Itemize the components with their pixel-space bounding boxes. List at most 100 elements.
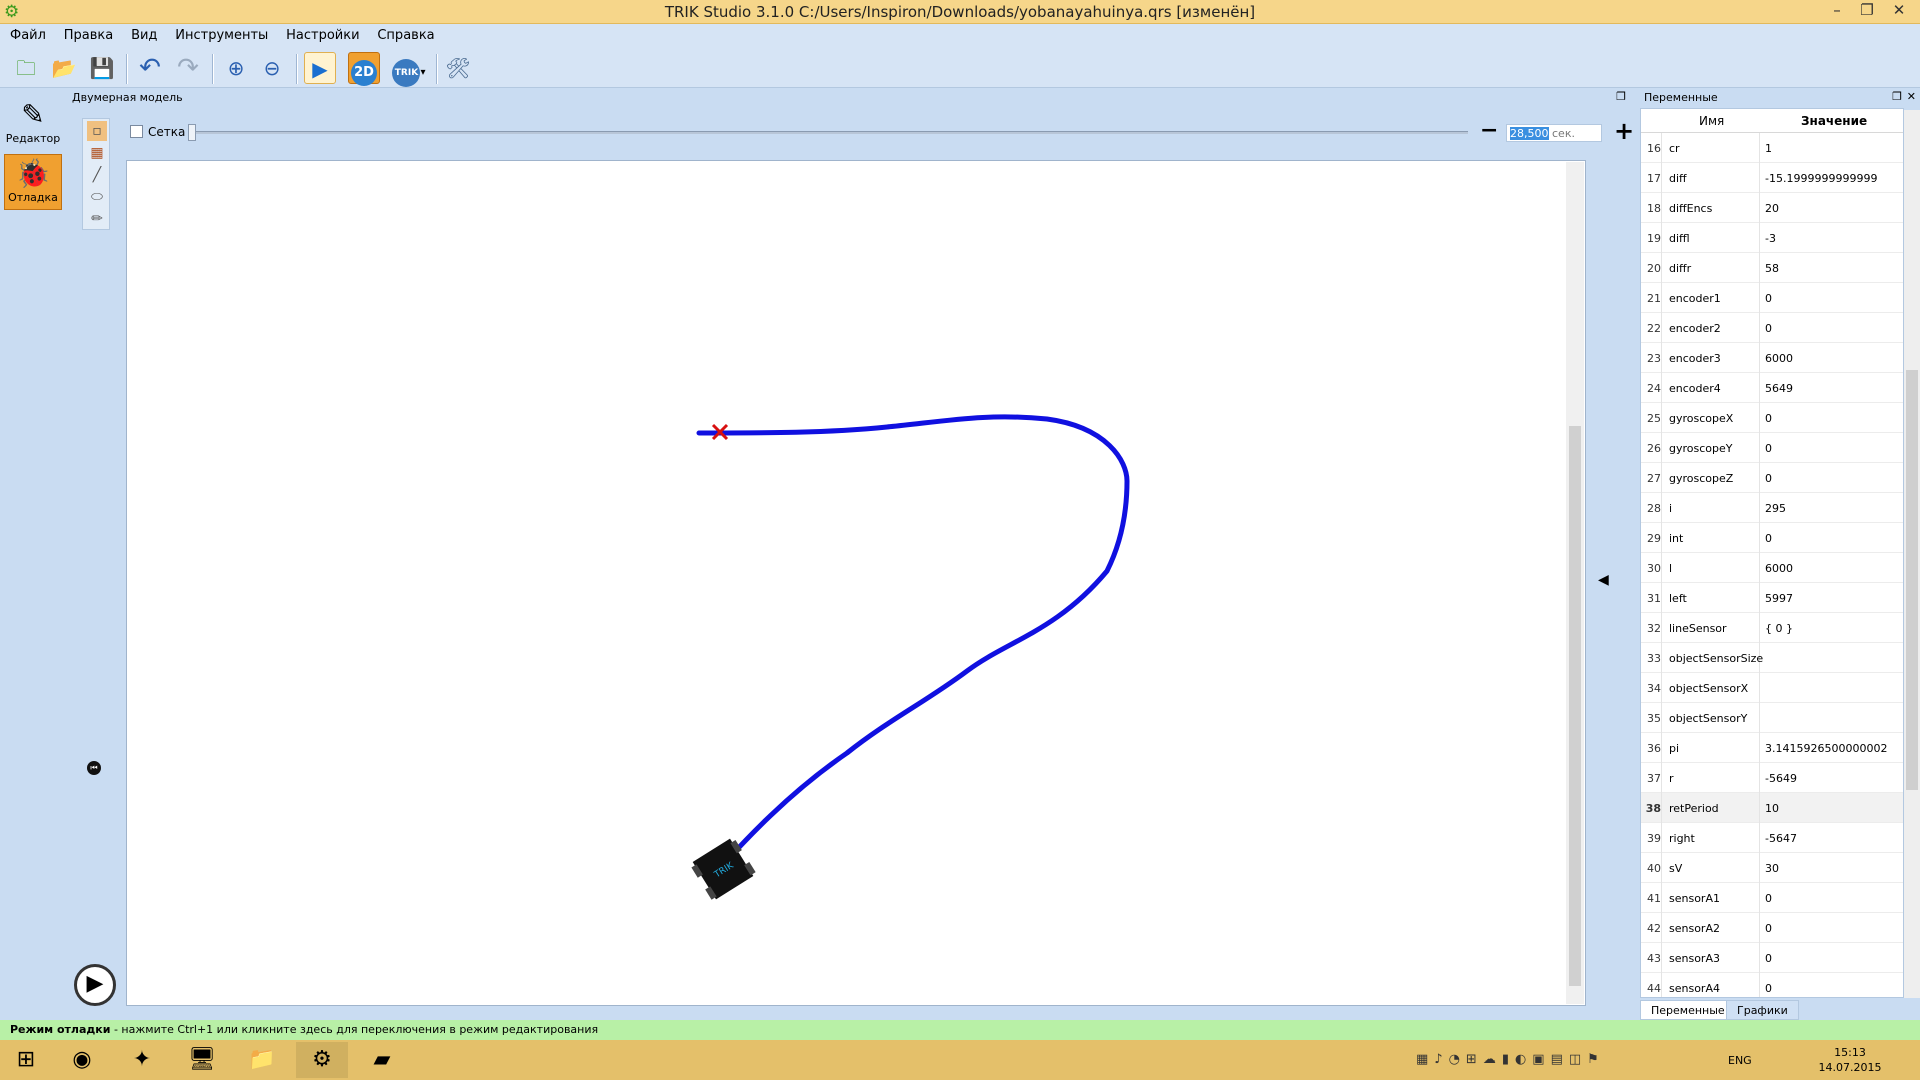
table-row[interactable]: 29 int 0 [1641,523,1903,553]
variable-value[interactable]: 3.1415926500000002 [1765,742,1887,755]
table-row[interactable]: 16 cr 1 [1641,133,1903,163]
variables-scrollbar-thumb[interactable] [1906,370,1918,790]
2d-scene[interactable]: TRIK ⏮ [87,160,1586,1006]
table-row[interactable]: 23 encoder3 6000 [1641,343,1903,373]
table-row[interactable]: 35 objectSensorY [1641,703,1903,733]
table-row[interactable]: 30 l 6000 [1641,553,1903,583]
variable-value[interactable]: 0 [1765,322,1772,335]
app-icon[interactable]: ▰ [356,1042,408,1078]
variable-value[interactable]: 0 [1765,922,1772,935]
explorer-icon[interactable]: 📁 [236,1042,288,1078]
new-project-icon[interactable]: 🗀 [10,52,42,84]
table-row[interactable]: 31 left 5997 [1641,583,1903,613]
variable-value[interactable]: 6000 [1765,562,1793,575]
undo-icon[interactable]: ↶ [134,52,166,84]
tray-icons[interactable]: ▦♪◔⊞☁▮◐▣▤◫⚑ [1416,1052,1605,1067]
variable-value[interactable]: 5649 [1765,382,1793,395]
variable-value[interactable]: 0 [1765,472,1772,485]
variable-value[interactable]: 0 [1765,982,1772,995]
table-row[interactable]: 20 diffr 58 [1641,253,1903,283]
menu-settings[interactable]: Настройки [286,28,359,43]
table-row[interactable]: 39 right -5647 [1641,823,1903,853]
status-bar[interactable]: Режим отладки - нажмите Ctrl+1 или кликн… [0,1020,1920,1040]
menu-view[interactable]: Вид [131,28,157,43]
run-icon[interactable]: ▶ [304,52,336,84]
menu-file[interactable]: Файл [10,28,46,43]
open-project-icon[interactable]: 📂 [48,52,80,84]
close-button[interactable]: ✕ [1884,0,1914,22]
menu-help[interactable]: Справка [377,28,434,43]
variable-value[interactable]: 0 [1765,292,1772,305]
variable-value[interactable]: 0 [1765,442,1772,455]
variable-value[interactable]: -5647 [1765,832,1797,845]
time-increase-button[interactable]: + [1614,117,1634,145]
minimize-button[interactable]: – [1822,0,1852,22]
play-button[interactable]: ▶ [74,964,116,1006]
rewind-icon[interactable]: ⏮ [87,761,101,775]
variable-value[interactable]: 20 [1765,202,1779,215]
slider-thumb[interactable] [188,124,196,141]
table-row[interactable]: 25 gyroscopeX 0 [1641,403,1903,433]
undock-icon[interactable]: ❐ [1616,90,1626,103]
2d-mode-button[interactable]: 2D [348,52,380,86]
variable-value[interactable]: 0 [1765,952,1772,965]
trik-studio-icon[interactable]: ⚙ [296,1042,348,1078]
variable-value[interactable]: { 0 } [1765,622,1793,635]
zoom-in-icon[interactable]: ⊕ [220,52,252,84]
wall-tool-icon[interactable]: ▦ [87,143,107,163]
variable-value[interactable]: 295 [1765,502,1786,515]
table-row[interactable]: 42 sensorA2 0 [1641,913,1903,943]
clock[interactable]: 15:13 14.07.2015 [1800,1045,1900,1075]
table-row[interactable]: 33 objectSensorSize [1641,643,1903,673]
variables-scrollbar[interactable] [1904,110,1920,998]
scene-scrollbar-thumb[interactable] [1569,426,1581,986]
tab-variables[interactable]: Переменные [1640,1000,1736,1020]
time-field[interactable]: 28,500 сек. [1506,124,1602,142]
table-row[interactable]: 43 sensorA3 0 [1641,943,1903,973]
close-icon[interactable]: ✕ [1907,90,1916,103]
ellipse-tool-icon[interactable]: ⬭ [87,187,107,207]
variable-value[interactable]: 10 [1765,802,1779,815]
tools-icon[interactable]: 🛠 [442,52,474,84]
table-row[interactable]: 28 i 295 [1641,493,1903,523]
variable-value[interactable]: 0 [1765,532,1772,545]
line-tool-icon[interactable]: ╱ [87,165,107,185]
redo-icon[interactable]: ↷ [172,52,204,84]
table-row[interactable]: 40 sV 30 [1641,853,1903,883]
col-name-header[interactable]: Имя [1699,114,1724,128]
game-icon[interactable]: ✦ [116,1042,168,1078]
table-row[interactable]: 18 diffEncs 20 [1641,193,1903,223]
variable-value[interactable]: 0 [1765,412,1772,425]
variable-value[interactable]: 6000 [1765,352,1793,365]
table-row[interactable]: 44 sensorA4 0 [1641,973,1903,997]
undock-icon[interactable]: ❐ [1892,90,1902,103]
table-row[interactable]: 24 encoder4 5649 [1641,373,1903,403]
menu-edit[interactable]: Правка [64,28,113,43]
table-row[interactable]: 17 diff -15.1999999999999 [1641,163,1903,193]
table-row[interactable]: 27 gyroscopeZ 0 [1641,463,1903,493]
windows-start-icon[interactable]: ⊞ [0,1042,52,1078]
table-row[interactable]: 19 diffl -3 [1641,223,1903,253]
grid-checkbox[interactable] [130,125,143,138]
variable-value[interactable]: 30 [1765,862,1779,875]
variable-value[interactable]: -5649 [1765,772,1797,785]
variable-value[interactable]: 1 [1765,142,1772,155]
scene-scrollbar[interactable] [1566,162,1584,1004]
table-row[interactable]: 21 encoder1 0 [1641,283,1903,313]
table-row[interactable]: 41 sensorA1 0 [1641,883,1903,913]
debug-mode-button[interactable]: 🐞 Отладка [4,154,62,210]
menu-tools[interactable]: Инструменты [175,28,268,43]
table-row[interactable]: 34 objectSensorX [1641,673,1903,703]
trik-robot-dropdown[interactable]: TRIK ▾ [386,52,432,87]
save-icon[interactable]: 💾 [86,52,118,84]
grid-size-slider[interactable] [188,131,1468,134]
table-row[interactable]: 38 retPeriod 10 [1641,793,1903,823]
col-value-header[interactable]: Значение [1801,114,1867,128]
editor-mode-button[interactable]: ✎ Редактор [4,96,62,152]
chrome-icon[interactable]: ◉ [56,1042,108,1078]
variable-value[interactable]: -3 [1765,232,1776,245]
table-row[interactable]: 22 encoder2 0 [1641,313,1903,343]
time-decrease-button[interactable]: − [1480,118,1498,143]
table-row[interactable]: 36 pi 3.1415926500000002 [1641,733,1903,763]
table-row[interactable]: 37 r -5649 [1641,763,1903,793]
